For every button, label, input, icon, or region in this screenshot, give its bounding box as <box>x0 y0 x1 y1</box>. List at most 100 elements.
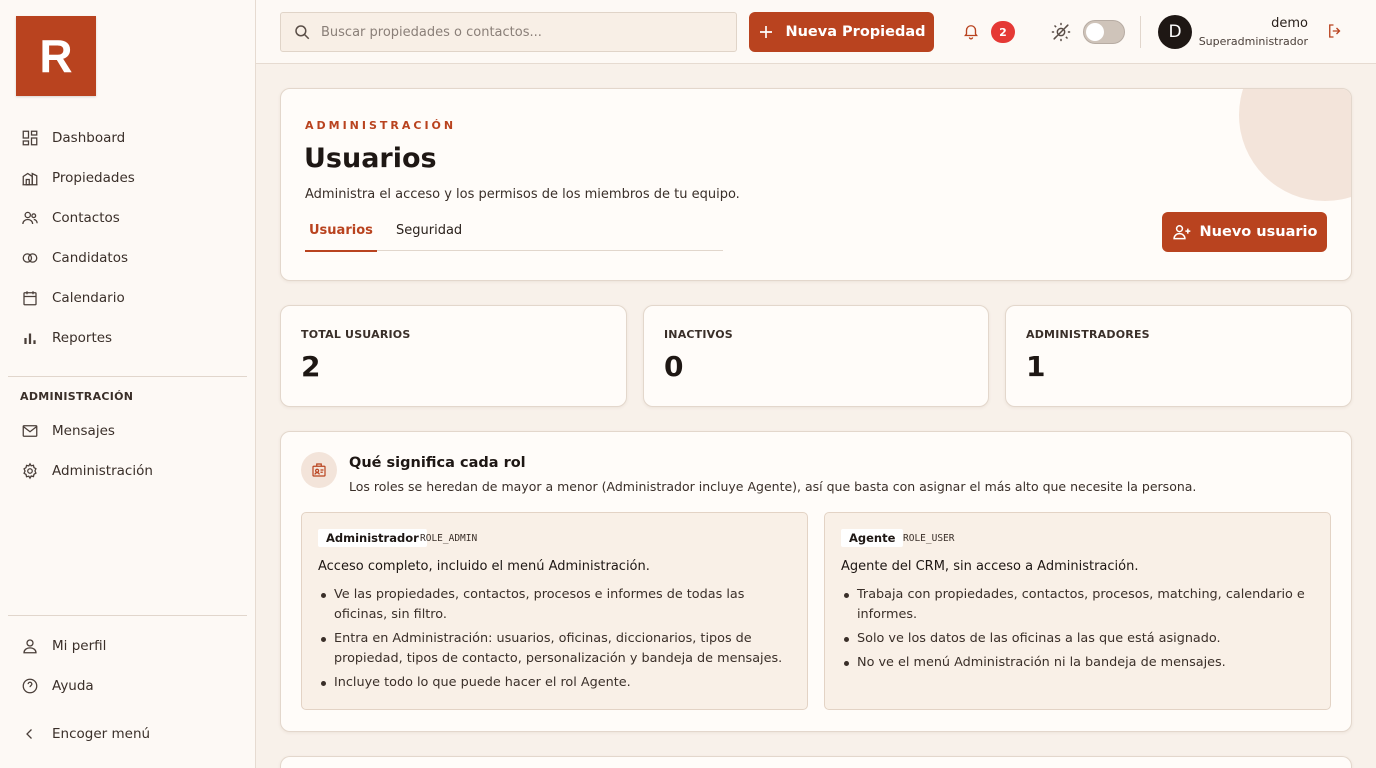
sidebar-item-label: Propiedades <box>52 170 135 186</box>
sidebar-item-label: Dashboard <box>52 130 126 146</box>
list-item: Trabaja con propiedades, contactos, proc… <box>841 585 1321 625</box>
role-headline: Acceso completo, incluido el menú Admini… <box>318 559 650 574</box>
sidebar-item-label: Contactos <box>52 210 120 226</box>
sidebar-item-candidatos[interactable]: Candidatos <box>8 238 247 278</box>
buildings-icon <box>20 168 40 188</box>
list-item: Ve las propiedades, contactos, procesos … <box>318 585 798 625</box>
list-item: Solo ve los datos de las oficinas a las … <box>841 629 1321 649</box>
page-header-card: ADMINISTRACIÓN Usuarios Administra el ac… <box>280 88 1352 281</box>
new-property-button[interactable]: Nueva Propiedad <box>749 12 934 52</box>
sidebar-section-title: ADMINISTRACIÓN <box>20 390 134 403</box>
bell-icon <box>964 25 978 40</box>
main-nav: Dashboard Propiedades Contactos Candidat… <box>8 118 247 358</box>
calendar-icon <box>20 288 40 308</box>
notifications-button[interactable] <box>962 22 982 42</box>
role-card-agent: Agente ROLE_USER Agente del CRM, sin acc… <box>824 512 1331 710</box>
role-code: ROLE_USER <box>903 533 955 544</box>
sidebar-divider <box>8 376 247 377</box>
stat-value: 2 <box>301 350 321 383</box>
tab-seguridad[interactable]: Seguridad <box>392 223 466 250</box>
sidebar-item-propiedades[interactable]: Propiedades <box>8 158 247 198</box>
stat-card-total: TOTAL USUARIOS 2 <box>280 305 627 407</box>
sidebar-item-contactos[interactable]: Contactos <box>8 198 247 238</box>
bar-chart-icon <box>20 328 40 348</box>
search-icon <box>295 25 310 40</box>
search-input[interactable] <box>321 24 721 40</box>
notification-badge: 2 <box>991 21 1015 43</box>
page-subtitle: Administra el acceso y los permisos de l… <box>305 187 740 202</box>
roles-description: Los roles se heredan de mayor a menor (A… <box>349 479 1197 494</box>
sidebar-item-label: Calendario <box>52 290 125 306</box>
bottom-nav: Mi perfil Ayuda Encoger menú <box>8 626 247 754</box>
collapse-menu-button[interactable]: Encoger menú <box>8 714 247 754</box>
avatar[interactable]: D <box>1158 15 1192 49</box>
users-table-card <box>280 756 1352 768</box>
help-icon <box>20 676 40 696</box>
new-user-label: Nuevo usuario <box>1199 224 1318 240</box>
sidebar: R Dashboard Propiedades Contactos Candid… <box>0 0 256 768</box>
decorative-circle <box>1239 89 1351 201</box>
list-item: Incluye todo lo que puede hacer el rol A… <box>318 673 798 693</box>
role-permissions-list: Trabaja con propiedades, contactos, proc… <box>841 585 1321 677</box>
stat-label: INACTIVOS <box>664 328 733 341</box>
add-user-icon <box>1172 225 1190 240</box>
sidebar-item-label: Reportes <box>52 330 113 346</box>
mail-icon <box>20 421 40 441</box>
sidebar-item-label: Mensajes <box>52 423 115 439</box>
tab-usuarios[interactable]: Usuarios <box>305 223 377 252</box>
user-role: Superadministrador <box>1198 35 1308 48</box>
gear-icon <box>20 461 40 481</box>
stat-card-inactive: INACTIVOS 0 <box>643 305 989 407</box>
chevron-left-icon <box>20 724 40 744</box>
sidebar-item-label: Candidatos <box>52 250 129 266</box>
stat-value: 1 <box>1026 350 1046 383</box>
theme-sun-icon <box>1050 21 1072 43</box>
sidebar-item-ayuda[interactable]: Ayuda <box>8 666 247 706</box>
sidebar-divider <box>8 615 247 616</box>
roles-card: Qué significa cada rol Los roles se here… <box>280 431 1352 732</box>
role-headline: Agente del CRM, sin acceso a Administrac… <box>841 559 1139 574</box>
role-card-admin: Administrador ROLE_ADMIN Acceso completo… <box>301 512 808 710</box>
sidebar-item-mi-perfil[interactable]: Mi perfil <box>8 626 247 666</box>
page-title: Usuarios <box>304 143 437 174</box>
plus-icon <box>760 26 773 38</box>
sidebar-item-label: Ayuda <box>52 678 94 694</box>
dashboard-icon <box>20 128 40 148</box>
new-user-button[interactable]: Nuevo usuario <box>1162 212 1327 252</box>
list-item: Entra en Administración: usuarios, ofici… <box>318 629 798 669</box>
logout-icon <box>1329 24 1341 38</box>
stat-value: 0 <box>664 350 684 383</box>
user-icon <box>20 636 40 656</box>
logout-button[interactable] <box>1326 22 1346 42</box>
list-item: No ve el menú Administración ni la bande… <box>841 653 1321 673</box>
search-box <box>280 12 737 52</box>
page-eyebrow: ADMINISTRACIÓN <box>305 119 457 132</box>
topbar: Nueva Propiedad 2 D demo Superadministra… <box>256 0 1376 64</box>
sidebar-item-label: Administración <box>52 463 153 479</box>
app-logo[interactable]: R <box>16 16 96 96</box>
id-badge-icon <box>301 452 337 488</box>
stat-label: TOTAL USUARIOS <box>301 328 411 341</box>
candidates-icon <box>20 248 40 268</box>
sidebar-item-mensajes[interactable]: Mensajes <box>8 411 247 451</box>
user-name: demo <box>1271 16 1308 31</box>
sidebar-item-label: Encoger menú <box>52 726 151 742</box>
sidebar-item-reportes[interactable]: Reportes <box>8 318 247 358</box>
sidebar-item-dashboard[interactable]: Dashboard <box>8 118 247 158</box>
admin-nav: Mensajes Administración <box>8 411 247 491</box>
new-property-label: Nueva Propiedad <box>785 24 926 40</box>
role-permissions-list: Ve las propiedades, contactos, procesos … <box>318 585 798 697</box>
stat-label: ADMINISTRADORES <box>1026 328 1150 341</box>
tab-bar: Usuarios Seguridad <box>305 215 723 252</box>
role-name-chip: Agente <box>841 529 904 547</box>
roles-title: Qué significa cada rol <box>349 455 526 471</box>
toggle-knob <box>1086 23 1104 41</box>
sidebar-item-calendario[interactable]: Calendario <box>8 278 247 318</box>
theme-toggle[interactable] <box>1083 20 1125 44</box>
sidebar-item-administracion[interactable]: Administración <box>8 451 247 491</box>
sidebar-item-label: Mi perfil <box>52 638 107 654</box>
role-name-chip: Administrador <box>318 529 427 547</box>
contacts-icon <box>20 208 40 228</box>
topbar-divider <box>1140 16 1141 48</box>
role-code: ROLE_ADMIN <box>420 533 478 544</box>
